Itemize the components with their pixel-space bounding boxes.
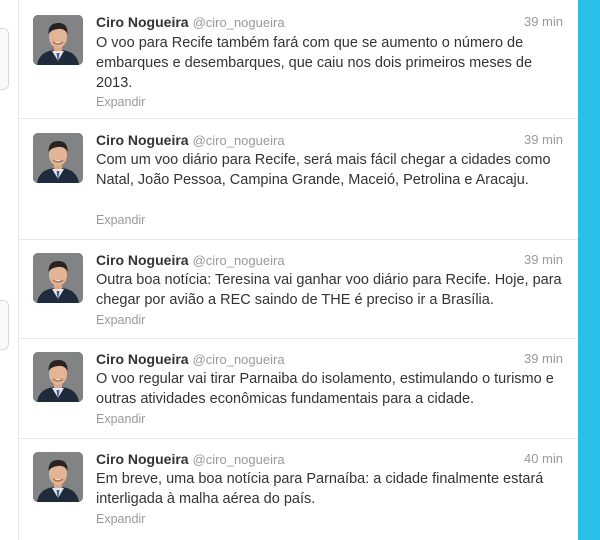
tweet-timestamp[interactable]: 39 min bbox=[524, 131, 563, 149]
tweet-text: Com um voo diário para Recife, será mais… bbox=[96, 152, 551, 188]
avatar[interactable] bbox=[33, 133, 83, 183]
tweet-fullname[interactable]: Ciro Nogueira bbox=[96, 132, 189, 148]
left-panel-tab bbox=[0, 28, 9, 90]
tweet[interactable]: Ciro Nogueira @ciro_nogueira 39 min O voo… bbox=[19, 339, 579, 439]
tweet-header: Ciro Nogueira @ciro_nogueira bbox=[96, 350, 285, 368]
tweet-text: O voo para Recife também fará com que se… bbox=[96, 35, 533, 91]
tweet[interactable]: Ciro Nogueira @ciro_nogueira 39 min O voo… bbox=[19, 0, 579, 119]
avatar[interactable] bbox=[33, 253, 83, 303]
tweet[interactable]: Ciro Nogueira @ciro_nogueira 39 min Outra… bbox=[19, 240, 579, 339]
tweet-header: Ciro Nogueira @ciro_nogueira bbox=[96, 131, 285, 149]
tweet-username[interactable]: @ciro_nogueira bbox=[193, 452, 285, 467]
page-background-strip bbox=[578, 0, 600, 540]
expand-link[interactable]: Expandir bbox=[96, 511, 145, 527]
expand-link[interactable]: Expandir bbox=[96, 94, 145, 110]
twitter-timeline-page: Ciro Nogueira @ciro_nogueira 39 min O voo… bbox=[0, 0, 600, 540]
tweet-fullname[interactable]: Ciro Nogueira bbox=[96, 451, 189, 467]
tweet-timestamp[interactable]: 39 min bbox=[524, 13, 563, 31]
tweet-timestamp[interactable]: 40 min bbox=[524, 450, 563, 468]
tweet-fullname[interactable]: Ciro Nogueira bbox=[96, 14, 189, 30]
expand-link[interactable]: Expandir bbox=[96, 312, 145, 328]
tweet-header: Ciro Nogueira @ciro_nogueira bbox=[96, 13, 285, 31]
tweet-fullname[interactable]: Ciro Nogueira bbox=[96, 351, 189, 367]
left-panel-tab bbox=[0, 300, 9, 350]
tweet-username[interactable]: @ciro_nogueira bbox=[193, 15, 285, 30]
tweet-username[interactable]: @ciro_nogueira bbox=[193, 253, 285, 268]
tweet-text: Outra boa notícia: Teresina vai ganhar v… bbox=[96, 272, 562, 308]
tweet-text: Em breve, uma boa notícia para Parnaíba:… bbox=[96, 471, 544, 507]
tweet-fullname[interactable]: Ciro Nogueira bbox=[96, 252, 189, 268]
tweet[interactable]: Ciro Nogueira @ciro_nogueira 39 min Com u… bbox=[19, 120, 579, 240]
avatar[interactable] bbox=[33, 352, 83, 402]
tweet-username[interactable]: @ciro_nogueira bbox=[193, 133, 285, 148]
expand-link[interactable]: Expandir bbox=[96, 411, 145, 427]
tweet-header: Ciro Nogueira @ciro_nogueira bbox=[96, 251, 285, 269]
avatar[interactable] bbox=[33, 15, 83, 65]
tweet-timeline: Ciro Nogueira @ciro_nogueira 39 min O voo… bbox=[18, 0, 580, 540]
tweet[interactable]: Ciro Nogueira @ciro_nogueira 40 min Em br… bbox=[19, 439, 579, 540]
avatar[interactable] bbox=[33, 452, 83, 502]
tweet-header: Ciro Nogueira @ciro_nogueira bbox=[96, 450, 285, 468]
tweet-timestamp[interactable]: 39 min bbox=[524, 251, 563, 269]
left-rail bbox=[0, 0, 18, 540]
tweet-text: O voo regular vai tirar Parnaiba do isol… bbox=[96, 371, 554, 407]
tweet-username[interactable]: @ciro_nogueira bbox=[193, 352, 285, 367]
expand-link[interactable]: Expandir bbox=[96, 212, 145, 228]
tweet-timestamp[interactable]: 39 min bbox=[524, 350, 563, 368]
